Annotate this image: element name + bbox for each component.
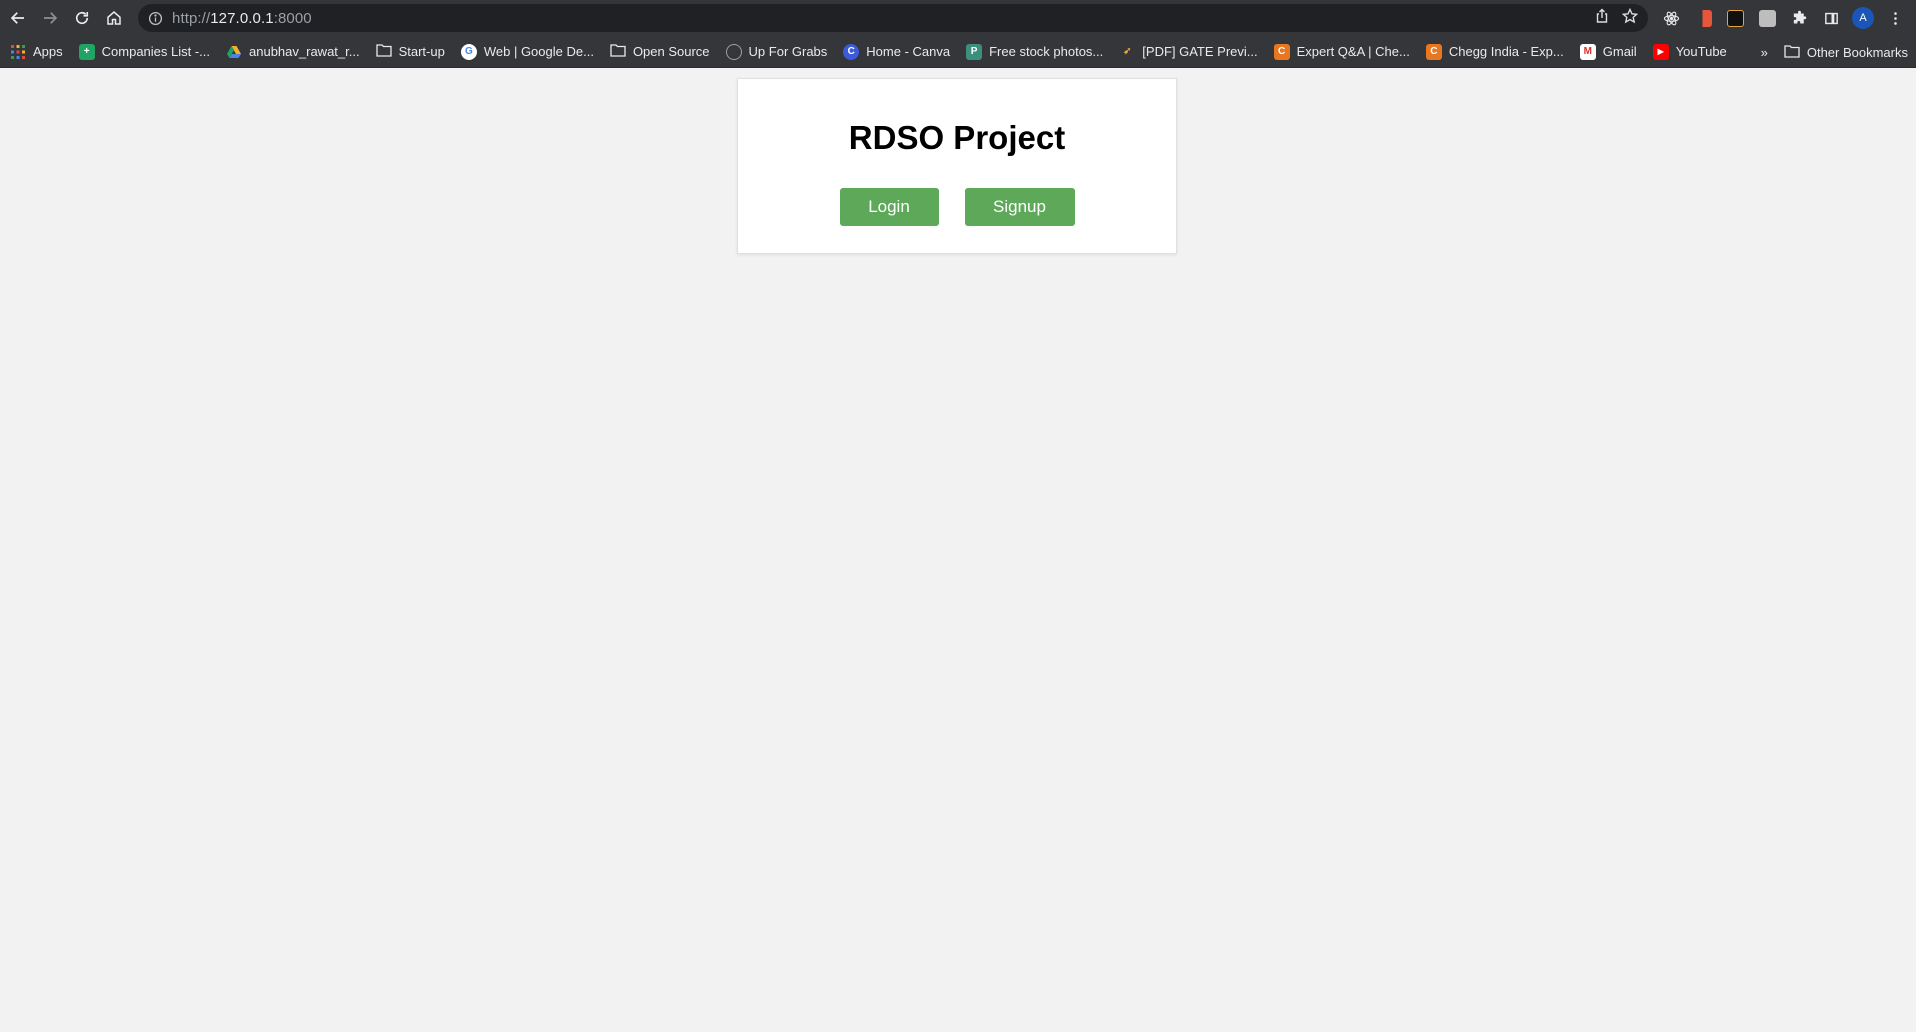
info-icon[interactable] — [138, 11, 172, 26]
folder-icon — [375, 43, 392, 60]
bookmark-label: [PDF] GATE Previ... — [1142, 44, 1258, 59]
bookmark-label: Apps — [33, 44, 63, 59]
profile-avatar[interactable]: A — [1852, 7, 1874, 29]
folder-icon — [1784, 44, 1800, 61]
reload-icon[interactable] — [66, 2, 98, 34]
bookmark-companies-list[interactable]: + Companies List -... — [78, 43, 211, 60]
pexels-icon: P — [966, 43, 983, 60]
bookmark-apps[interactable]: Apps — [10, 44, 63, 60]
bookmarks-overflow-button[interactable]: » — [1761, 45, 1768, 60]
bookmarks-bar: Apps + Companies List -... anubhav_rawat… — [0, 36, 1916, 68]
bookmark-canva[interactable]: C Home - Canva — [843, 43, 951, 60]
welcome-card: RDSO Project Login Signup — [737, 78, 1177, 254]
bookmark-label: Gmail — [1602, 44, 1637, 59]
bookmark-youtube[interactable]: ▶ YouTube — [1652, 43, 1727, 60]
bookmark-gmail[interactable]: M Gmail — [1579, 43, 1637, 60]
bookmark-label: Up For Grabs — [748, 44, 828, 59]
bookmark-chegg-india[interactable]: C Chegg India - Exp... — [1425, 43, 1564, 60]
sheets-icon: + — [78, 43, 95, 60]
extension-grey-icon[interactable] — [1756, 7, 1778, 29]
signup-button[interactable]: Signup — [964, 188, 1075, 226]
star-icon[interactable] — [1621, 7, 1639, 29]
url-text[interactable]: http://127.0.0.1:8000 — [172, 10, 312, 27]
bookmark-label: Chegg India - Exp... — [1448, 44, 1564, 59]
bookmark-label: anubhav_rawat_r... — [249, 44, 360, 59]
share-icon[interactable] — [1594, 8, 1610, 29]
bookmark-chegg-expert[interactable]: C Expert Q&A | Che... — [1273, 43, 1410, 60]
bookmark-folder-startup[interactable]: Start-up — [375, 43, 445, 60]
bookmark-label: YouTube — [1675, 44, 1727, 59]
folder-icon — [610, 43, 626, 60]
chegg-icon: C — [1273, 43, 1290, 60]
extensions-area: A — [1660, 0, 1916, 36]
url-port: :8000 — [273, 9, 312, 27]
bookmark-label: Companies List -... — [101, 44, 211, 59]
url-scheme: http:// — [172, 9, 211, 27]
drive-icon — [226, 44, 242, 60]
canva-icon: C — [843, 43, 860, 60]
bookmark-label: Start-up — [398, 44, 445, 59]
bookmark-up-for-grabs[interactable]: Up For Grabs — [725, 43, 828, 60]
extensions-icon[interactable] — [1788, 7, 1810, 29]
url-host: 127.0.0.1 — [210, 9, 274, 27]
back-icon[interactable] — [2, 2, 34, 34]
forward-icon[interactable] — [34, 2, 66, 34]
globe-icon — [725, 43, 742, 60]
bookmark-label: Home - Canva — [866, 44, 951, 59]
extension-lf-icon[interactable] — [1724, 7, 1746, 29]
home-icon[interactable] — [98, 2, 130, 34]
bookmark-google-web[interactable]: G Web | Google De... — [460, 43, 594, 60]
bookmark-label: Web | Google De... — [483, 44, 594, 59]
bookmark-folder-open-source[interactable]: Open Source — [610, 43, 710, 60]
address-bar[interactable]: http://127.0.0.1:8000 — [138, 4, 1648, 32]
bookmark-stock-photos[interactable]: P Free stock photos... — [966, 43, 1104, 60]
extension-flag-icon[interactable] — [1692, 7, 1714, 29]
menu-icon[interactable] — [1884, 7, 1906, 29]
bookmark-label: Open Source — [632, 44, 710, 59]
google-icon: G — [460, 43, 477, 60]
rocket-icon: ➶ — [1123, 46, 1132, 57]
browser-toolbar: http://127.0.0.1:8000 A — [0, 0, 1916, 36]
auth-buttons: Login Signup — [738, 188, 1176, 226]
page-title: RDSO Project — [848, 119, 1066, 156]
bookmark-gate-pdf[interactable]: ➶ [PDF] GATE Previ... — [1119, 44, 1258, 60]
chegg-icon: C — [1425, 43, 1442, 60]
bookmark-label: Expert Q&A | Che... — [1296, 44, 1410, 59]
bookmark-label: Free stock photos... — [989, 44, 1104, 59]
gmail-icon: M — [1579, 43, 1596, 60]
sidepanel-icon[interactable] — [1820, 7, 1842, 29]
bookmark-drive[interactable]: anubhav_rawat_r... — [226, 44, 360, 60]
bookmark-label: Other Bookmarks — [1806, 44, 1908, 60]
bookmark-folder-other[interactable]: Other Bookmarks — [1784, 44, 1908, 61]
react-icon[interactable] — [1660, 7, 1682, 29]
youtube-icon: ▶ — [1652, 43, 1669, 60]
login-button[interactable]: Login — [839, 188, 939, 226]
apps-grid-icon — [10, 44, 26, 60]
